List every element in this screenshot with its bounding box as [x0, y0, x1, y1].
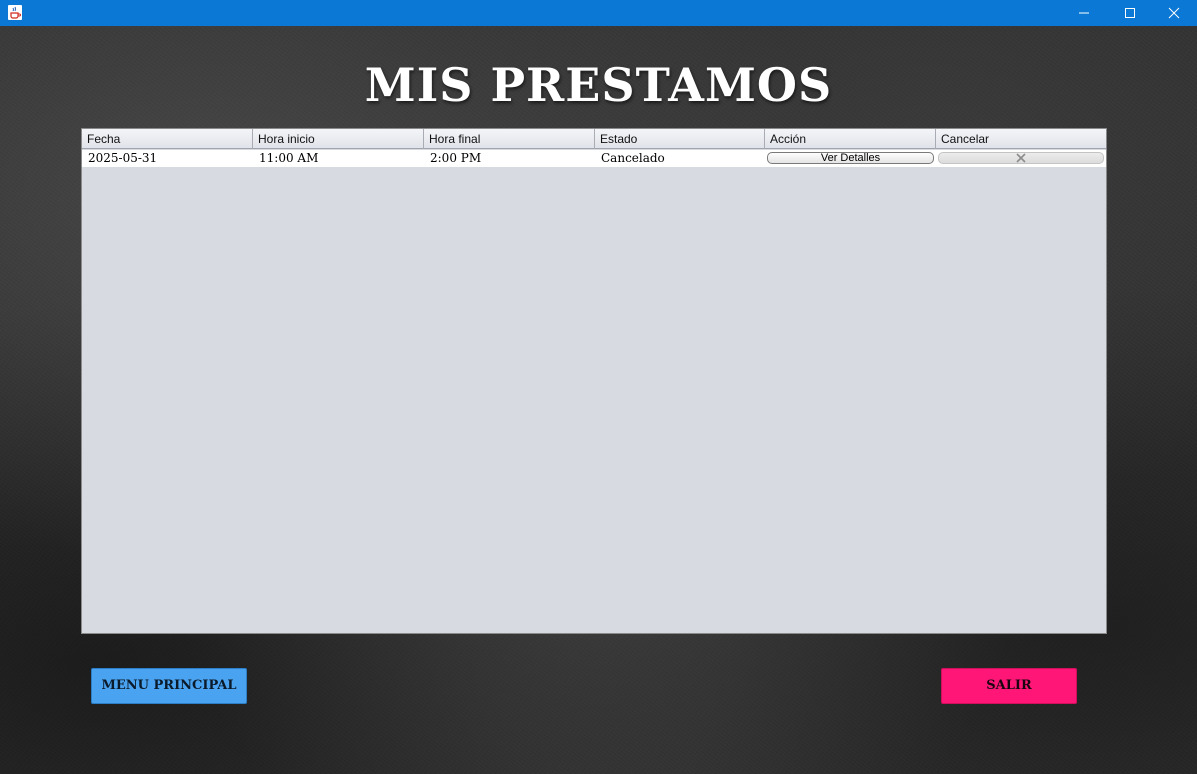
column-header-fecha[interactable]: Fecha [82, 129, 253, 149]
cell-accion: Ver Detalles [765, 150, 936, 167]
cancel-loan-button[interactable] [938, 152, 1104, 164]
column-header-hora-final[interactable]: Hora final [424, 129, 595, 149]
maximize-icon[interactable] [1107, 0, 1153, 26]
column-header-accion[interactable]: Acción [765, 129, 936, 149]
cell-hora-inicio: 11:00 AM [259, 151, 319, 165]
cell-estado: Cancelado [601, 151, 665, 165]
window-titlebar [0, 0, 1197, 26]
close-icon[interactable] [1151, 0, 1197, 26]
column-header-cancelar[interactable]: Cancelar [936, 129, 1106, 149]
cell-hora-final: 2:00 PM [430, 151, 482, 165]
column-header-hora-inicio[interactable]: Hora inicio [253, 129, 424, 149]
loans-table: Fecha Hora inicio Hora final Estado Acci… [81, 128, 1107, 634]
cell-fecha: 2025-05-31 [88, 151, 158, 165]
ver-detalles-button[interactable]: Ver Detalles [767, 152, 934, 164]
page-title: MIS PRESTAMOS [364, 58, 833, 112]
salir-button[interactable]: SALIR [941, 668, 1077, 704]
close-x-icon [1016, 153, 1026, 163]
table-header: Fecha Hora inicio Hora final Estado Acci… [82, 129, 1106, 149]
java-cup-icon [7, 4, 23, 21]
column-header-estado[interactable]: Estado [595, 129, 765, 149]
minimize-icon[interactable] [1061, 0, 1107, 26]
table-row[interactable]: 2025-05-31 11:00 AM 2:00 PM Cancelado Ve… [82, 150, 1106, 167]
menu-principal-button[interactable]: MENU PRINCIPAL [91, 668, 247, 704]
main-content: MIS PRESTAMOS Fecha Hora inicio Hora fin… [0, 26, 1197, 774]
cell-cancelar [936, 150, 1106, 167]
